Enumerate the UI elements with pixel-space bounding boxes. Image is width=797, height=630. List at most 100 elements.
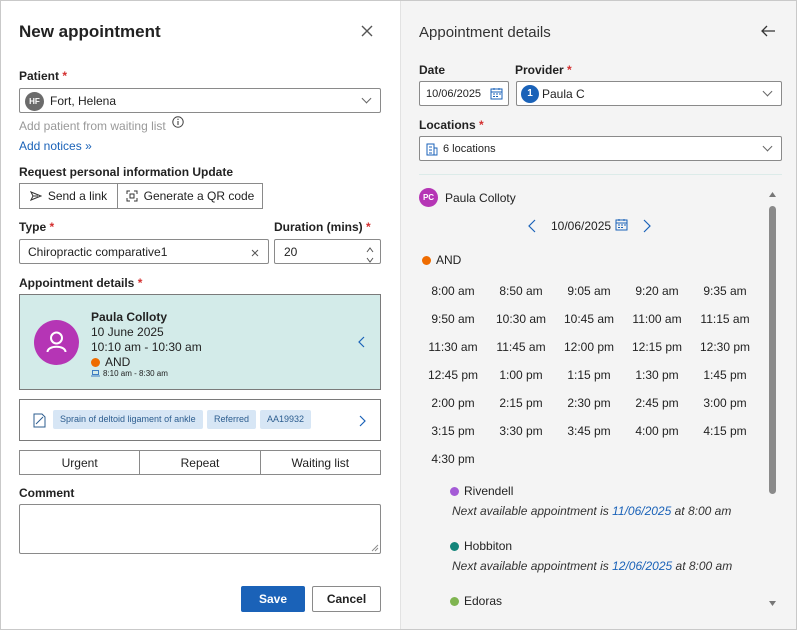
scrollbar[interactable] bbox=[768, 191, 777, 609]
clear-icon[interactable] bbox=[250, 247, 260, 257]
time-slot[interactable]: 8:50 am bbox=[487, 284, 555, 298]
location-rivendell: Rivendell bbox=[450, 484, 513, 498]
laptop-icon bbox=[91, 370, 100, 377]
cancel-button[interactable]: Cancel bbox=[312, 586, 381, 612]
appointment-options: Urgent Repeat Waiting list bbox=[19, 450, 381, 475]
time-slot[interactable]: 2:15 pm bbox=[487, 396, 555, 410]
appointment-details-label: Appointment details * bbox=[19, 276, 143, 290]
locations-select[interactable]: 6 locations bbox=[419, 136, 782, 161]
time-slot[interactable]: 11:00 am bbox=[623, 312, 691, 326]
time-slot[interactable]: 3:00 pm bbox=[691, 396, 759, 410]
time-slot[interactable]: 1:30 pm bbox=[623, 368, 691, 382]
card-time: 10:10 am - 10:30 am bbox=[91, 340, 202, 354]
time-slot[interactable]: 3:45 pm bbox=[555, 424, 623, 438]
urgent-toggle[interactable]: Urgent bbox=[20, 451, 141, 474]
add-notices-link[interactable]: Add notices » bbox=[19, 139, 92, 153]
patient-avatar: HF bbox=[25, 92, 44, 111]
time-slot[interactable]: 8:00 am bbox=[419, 284, 487, 298]
schedule-date[interactable]: 10/06/2025 bbox=[551, 219, 611, 233]
time-slot[interactable]: 4:00 pm bbox=[623, 424, 691, 438]
date-input[interactable]: 10/06/2025 bbox=[419, 81, 509, 106]
card-date: 10 June 2025 bbox=[91, 325, 164, 339]
time-slot[interactable]: 9:05 am bbox=[555, 284, 623, 298]
schedule-location: AND bbox=[422, 253, 461, 267]
time-slot[interactable]: 2:45 pm bbox=[623, 396, 691, 410]
next-day-icon[interactable] bbox=[642, 219, 652, 233]
time-slot[interactable]: 9:20 am bbox=[623, 284, 691, 298]
calendar-icon[interactable] bbox=[490, 87, 503, 100]
chevron-right-icon[interactable] bbox=[358, 415, 367, 427]
reference-tag: AA19932 bbox=[260, 410, 312, 429]
comment-textarea[interactable] bbox=[19, 504, 381, 554]
next-available-date-link[interactable]: 12/06/2025 bbox=[612, 559, 672, 573]
time-slot[interactable]: 10:30 am bbox=[487, 312, 555, 326]
location-dot-icon bbox=[450, 596, 459, 606]
previous-day-icon[interactable] bbox=[527, 219, 537, 233]
time-slot[interactable]: 3:15 pm bbox=[419, 424, 487, 438]
chevron-down-icon bbox=[762, 86, 773, 97]
time-slot[interactable]: 11:45 am bbox=[487, 340, 555, 354]
time-slot[interactable]: 2:00 pm bbox=[419, 396, 487, 410]
decrement-icon[interactable] bbox=[366, 253, 374, 263]
calendar-icon[interactable] bbox=[615, 218, 628, 231]
selected-appointment-card[interactable]: Paula Colloty 10 June 2025 10:10 am - 10… bbox=[19, 294, 381, 390]
repeat-toggle[interactable]: Repeat bbox=[140, 451, 261, 474]
waiting-list-toggle[interactable]: Waiting list bbox=[261, 451, 380, 474]
location-hobbiton: Hobbiton bbox=[450, 539, 512, 553]
send-icon bbox=[29, 191, 42, 201]
chevron-left-icon[interactable] bbox=[357, 336, 367, 348]
time-slot[interactable]: 12:15 pm bbox=[623, 340, 691, 354]
close-icon[interactable] bbox=[359, 23, 375, 39]
type-input[interactable]: Chiropractic comparative1 bbox=[19, 239, 269, 264]
locations-value: 6 locations bbox=[443, 143, 496, 155]
send-link-button[interactable]: Send a link bbox=[20, 184, 118, 208]
location-dot-icon bbox=[422, 255, 431, 265]
duration-label: Duration (mins) * bbox=[274, 220, 371, 234]
next-available-rivendell: Next available appointment is 11/06/2025… bbox=[452, 504, 732, 518]
scrollbar-thumb[interactable] bbox=[769, 206, 776, 494]
duration-stepper[interactable]: 20 bbox=[274, 239, 381, 264]
date-label: Date bbox=[419, 63, 446, 77]
time-slot[interactable]: 9:50 am bbox=[419, 312, 487, 326]
time-slot[interactable]: 4:30 pm bbox=[419, 452, 487, 466]
scroll-down-icon[interactable] bbox=[768, 600, 777, 607]
time-slot[interactable]: 1:00 pm bbox=[487, 368, 555, 382]
time-slot[interactable]: 4:15 pm bbox=[691, 424, 759, 438]
provider-label: Provider * bbox=[515, 63, 572, 77]
time-slot[interactable]: 1:15 pm bbox=[555, 368, 623, 382]
next-available-date-link[interactable]: 11/06/2025 bbox=[612, 504, 671, 518]
patient-name: Fort, Helena bbox=[50, 94, 117, 108]
time-slot[interactable]: 12:45 pm bbox=[419, 368, 487, 382]
provider-select[interactable]: 1 Paula C bbox=[516, 81, 782, 106]
appointment-details-panel: Appointment details Date 10/06/2025 Prov… bbox=[400, 1, 796, 629]
info-icon[interactable] bbox=[172, 116, 184, 128]
arrow-left-icon[interactable] bbox=[760, 24, 776, 38]
time-slot[interactable]: 1:45 pm bbox=[691, 368, 759, 382]
time-slot[interactable]: 9:35 am bbox=[691, 284, 759, 298]
time-slot[interactable]: 11:15 am bbox=[691, 312, 759, 326]
chevron-down-icon bbox=[361, 93, 372, 104]
time-slot[interactable]: 3:30 pm bbox=[487, 424, 555, 438]
double-chevron-right-icon: » bbox=[85, 139, 92, 153]
resize-handle-icon[interactable] bbox=[371, 544, 379, 552]
schedule-provider-name: Paula Colloty bbox=[445, 191, 516, 205]
time-slot[interactable]: 10:45 am bbox=[555, 312, 623, 326]
chevron-down-icon bbox=[762, 141, 773, 152]
waiting-list-hint[interactable]: Add patient from waiting list bbox=[19, 119, 166, 133]
diagnosis-row[interactable]: Sprain of deltoid ligament of ankle Refe… bbox=[19, 399, 381, 441]
scroll-up-icon[interactable] bbox=[768, 191, 777, 198]
provider-count-badge: 1 bbox=[521, 85, 539, 103]
time-slot[interactable]: 12:00 pm bbox=[555, 340, 623, 354]
time-slot[interactable]: 12:30 pm bbox=[691, 340, 759, 354]
location-edoras: Edoras bbox=[450, 594, 502, 608]
provider-avatar bbox=[34, 320, 79, 365]
qr-code-button[interactable]: Generate a QR code bbox=[118, 184, 262, 208]
time-slot[interactable]: 11:30 am bbox=[419, 340, 487, 354]
next-available-hobbiton: Next available appointment is 12/06/2025… bbox=[452, 559, 733, 573]
time-slot[interactable]: 2:30 pm bbox=[555, 396, 623, 410]
patient-select[interactable]: HF Fort, Helena bbox=[19, 88, 381, 113]
comment-label: Comment bbox=[19, 486, 75, 500]
card-provider-name: Paula Colloty bbox=[91, 310, 168, 324]
increment-icon[interactable] bbox=[366, 243, 374, 253]
save-button[interactable]: Save bbox=[241, 586, 305, 612]
